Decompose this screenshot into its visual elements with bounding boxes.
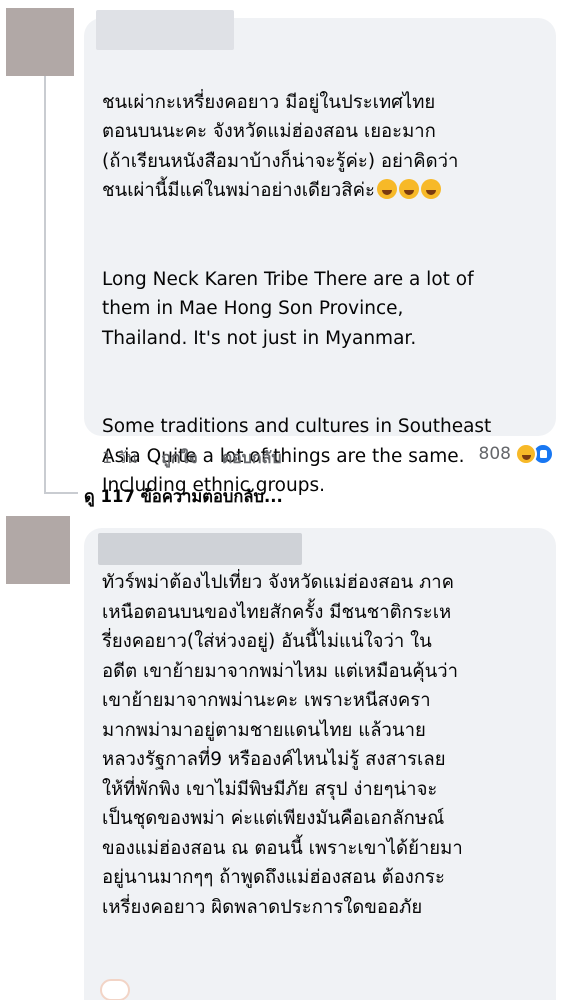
commenter-avatar[interactable] [6, 8, 74, 76]
reaction-icon-partial [100, 979, 130, 1000]
haha-icon [515, 443, 537, 465]
author-name-redacted[interactable] [96, 10, 234, 50]
thread-connector-line [44, 76, 46, 494]
comment-paragraph-english-1: Long Neck Karen Tribe There are a lot of… [102, 268, 474, 349]
view-replies-link[interactable]: ดู 117 ข้อความตอบกลับ... [84, 484, 283, 510]
like-link[interactable]: ถูกใจ [161, 446, 198, 471]
reaction-count: 808 [478, 444, 511, 464]
comment-actions: 1 วัน ถูกใจ ตอบกลับ [102, 446, 282, 471]
rofl-emoji [376, 179, 397, 199]
thread-connector-curve [44, 492, 78, 494]
comment-paragraph-thai: ชนเผ่ากะเหรี่ยงคอยาว มีอยู่ในประเทศไทย ต… [102, 88, 552, 206]
reaction-summary[interactable]: 808 [479, 443, 554, 465]
rofl-emoji [420, 179, 441, 199]
rofl-emoji [398, 179, 419, 199]
comment-text: ทัวร์พม่าต้องไปเที่ยว จังหวัดแม่ฮ่องสอน … [102, 572, 463, 918]
comment-timestamp[interactable]: 1 วัน [102, 446, 137, 471]
commenter-avatar[interactable] [6, 516, 70, 584]
author-name-redacted[interactable] [98, 533, 302, 565]
reply-link[interactable]: ตอบกลับ [222, 446, 282, 471]
